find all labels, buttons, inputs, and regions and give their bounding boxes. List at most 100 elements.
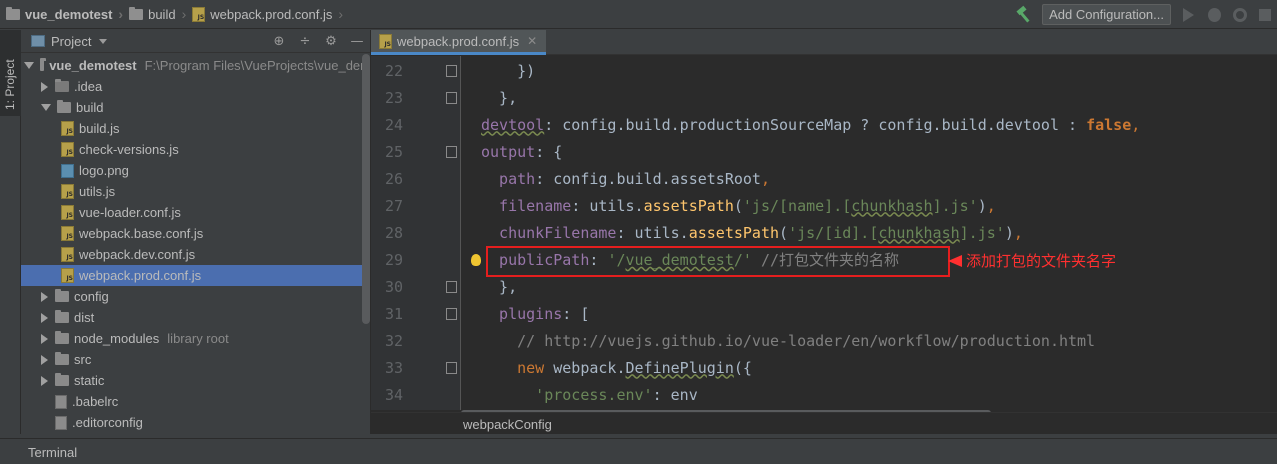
tree-item[interactable]: vue_demotest F:\Program Files\VueProjects… bbox=[21, 55, 370, 76]
tree-item[interactable]: build bbox=[21, 97, 370, 118]
tree-item[interactable]: node_modules library root bbox=[21, 328, 370, 349]
annotation-callout: 添加打包的文件夹名字 bbox=[948, 250, 1116, 271]
tree-item[interactable]: .editorconfig bbox=[21, 412, 370, 433]
code-text: chunkFilename: utils.assetsPath('js/[id]… bbox=[481, 224, 1023, 242]
code-token: chunkhash bbox=[851, 196, 933, 215]
tree-item[interactable]: static bbox=[21, 370, 370, 391]
code-token: ) bbox=[977, 196, 987, 215]
fold-marker-icon[interactable] bbox=[446, 281, 457, 293]
tree-item[interactable]: src bbox=[21, 349, 370, 370]
tree-item[interactable]: .idea bbox=[21, 76, 370, 97]
code-text: output: { bbox=[481, 143, 562, 161]
locate-file-icon[interactable]: ⊕ bbox=[272, 34, 286, 49]
gear-icon[interactable]: ⚙ bbox=[324, 34, 338, 49]
code-token: : utils. bbox=[571, 196, 644, 215]
project-scrollbar[interactable] bbox=[362, 54, 370, 324]
code-line: 23 }, bbox=[371, 84, 1277, 111]
folder-icon bbox=[55, 352, 69, 365]
project-tool-button[interactable]: 1: Project bbox=[0, 30, 21, 116]
tree-item[interactable]: webpack.prod.conf.js bbox=[21, 265, 370, 286]
code-token: , bbox=[986, 196, 996, 215]
chevron-down-icon[interactable] bbox=[41, 104, 51, 111]
bottom-tool-bar: Terminal bbox=[0, 438, 1277, 464]
code-text: filename: utils.assetsPath('js/[name].[c… bbox=[481, 197, 996, 215]
terminal-tool-button[interactable]: Terminal bbox=[21, 439, 77, 464]
line-number: 24 bbox=[384, 115, 403, 134]
hide-panel-icon[interactable]: — bbox=[350, 34, 364, 49]
code-token: output bbox=[481, 142, 536, 161]
code-token: ) bbox=[1004, 223, 1014, 242]
code-token: }) bbox=[481, 61, 536, 80]
chevron-right-icon[interactable] bbox=[41, 354, 48, 365]
breadcrumb-project[interactable]: vue_demotest › bbox=[0, 0, 123, 29]
code-token: ].js' bbox=[959, 223, 1005, 242]
folder-icon bbox=[39, 58, 46, 71]
add-configuration-button[interactable]: Add Configuration... bbox=[1042, 4, 1171, 25]
code-line: 33 new webpack.DefinePlugin({ bbox=[371, 354, 1277, 381]
code-token: ( bbox=[779, 223, 789, 242]
tree-item[interactable]: webpack.base.conf.js bbox=[21, 223, 370, 244]
stop-icon[interactable] bbox=[1259, 8, 1271, 21]
tree-item[interactable]: logo.png bbox=[21, 160, 370, 181]
js-file-icon bbox=[61, 184, 74, 199]
chevron-right-icon[interactable] bbox=[41, 81, 48, 92]
tree-item[interactable]: utils.js bbox=[21, 181, 370, 202]
fold-marker-icon[interactable] bbox=[446, 146, 457, 158]
lightbulb-icon[interactable] bbox=[471, 254, 481, 266]
tree-item[interactable]: dist bbox=[21, 307, 370, 328]
tree-item[interactable]: webpack.dev.conf.js bbox=[21, 244, 370, 265]
debug-icon[interactable] bbox=[1208, 7, 1221, 22]
run-icon[interactable] bbox=[1183, 7, 1194, 22]
code-text: path: config.build.assetsRoot, bbox=[481, 170, 770, 188]
code-token: chunkhash bbox=[878, 223, 960, 242]
chevron-down-icon[interactable] bbox=[99, 38, 108, 44]
chevron-right-icon[interactable] bbox=[41, 291, 48, 302]
code-token: : env bbox=[652, 385, 698, 404]
tab-webpack-prod-conf[interactable]: webpack.prod.conf.js ✕ bbox=[371, 30, 546, 55]
code-token: new bbox=[481, 358, 554, 377]
tree-item[interactable]: build.js bbox=[21, 118, 370, 139]
project-view-selector[interactable]: Project bbox=[51, 34, 91, 49]
code-line: 24 devtool: config.build.productionSource… bbox=[371, 111, 1277, 138]
tree-item-label: .babelrc bbox=[72, 394, 119, 409]
line-number: 34 bbox=[384, 385, 403, 404]
fold-marker-icon[interactable] bbox=[446, 65, 457, 77]
close-icon[interactable]: ✕ bbox=[527, 34, 537, 48]
tree-item[interactable]: vue-loader.conf.js bbox=[21, 202, 370, 223]
tree-item[interactable]: .babelrc bbox=[21, 391, 370, 412]
collapse-all-icon[interactable]: ÷ bbox=[298, 34, 312, 49]
line-number: 28 bbox=[384, 223, 403, 242]
chevron-right-icon[interactable] bbox=[41, 333, 48, 344]
breadcrumb-file[interactable]: webpack.prod.conf.js › bbox=[186, 0, 343, 29]
image-file-icon bbox=[61, 163, 74, 178]
chevron-right-icon[interactable] bbox=[41, 375, 48, 386]
line-number: 26 bbox=[384, 169, 403, 188]
breadcrumb-build[interactable]: build › bbox=[123, 0, 186, 29]
chevron-down-icon[interactable] bbox=[23, 62, 34, 69]
code-token: : config.build.productionSourceMap ? con… bbox=[544, 115, 1087, 134]
code-breadcrumb-item[interactable]: webpackConfig bbox=[463, 417, 552, 432]
coverage-icon[interactable] bbox=[1233, 7, 1247, 22]
tree-item[interactable]: check-versions.js bbox=[21, 139, 370, 160]
code-area[interactable]: 22 }) 23 }, 24 devtool: config.build.produc… bbox=[371, 56, 1277, 410]
fold-marker-icon[interactable] bbox=[446, 92, 457, 104]
code-line: 34 'process.env': env bbox=[371, 381, 1277, 408]
tree-item-label: webpack.prod.conf.js bbox=[79, 268, 202, 283]
code-token: // http://vuejs.github.io/vue-loader/en/… bbox=[481, 331, 1096, 350]
code-text: 'process.env': env bbox=[481, 386, 698, 404]
code-token: 'js/[name].[ bbox=[742, 196, 852, 215]
config-file-icon bbox=[55, 415, 67, 430]
build-hammer-icon[interactable] bbox=[1016, 7, 1032, 23]
fold-marker-icon[interactable] bbox=[446, 362, 457, 374]
code-token: : config.build.assetsRoot bbox=[535, 169, 761, 188]
project-panel: Project ⊕ ÷ ⚙ — vue_demotest F:\Program F… bbox=[21, 30, 371, 434]
chevron-right-icon[interactable] bbox=[41, 312, 48, 323]
tree-item-label: src bbox=[74, 352, 92, 367]
tree-item[interactable]: config bbox=[21, 286, 370, 307]
code-token: plugins bbox=[481, 304, 563, 323]
fold-marker-icon[interactable] bbox=[446, 308, 457, 320]
code-token: , bbox=[1013, 223, 1023, 242]
tree-item-label: static bbox=[74, 373, 105, 388]
tree-item-label: vue_demotest bbox=[49, 58, 137, 73]
breadcrumb-file-label: webpack.prod.conf.js bbox=[210, 6, 333, 22]
